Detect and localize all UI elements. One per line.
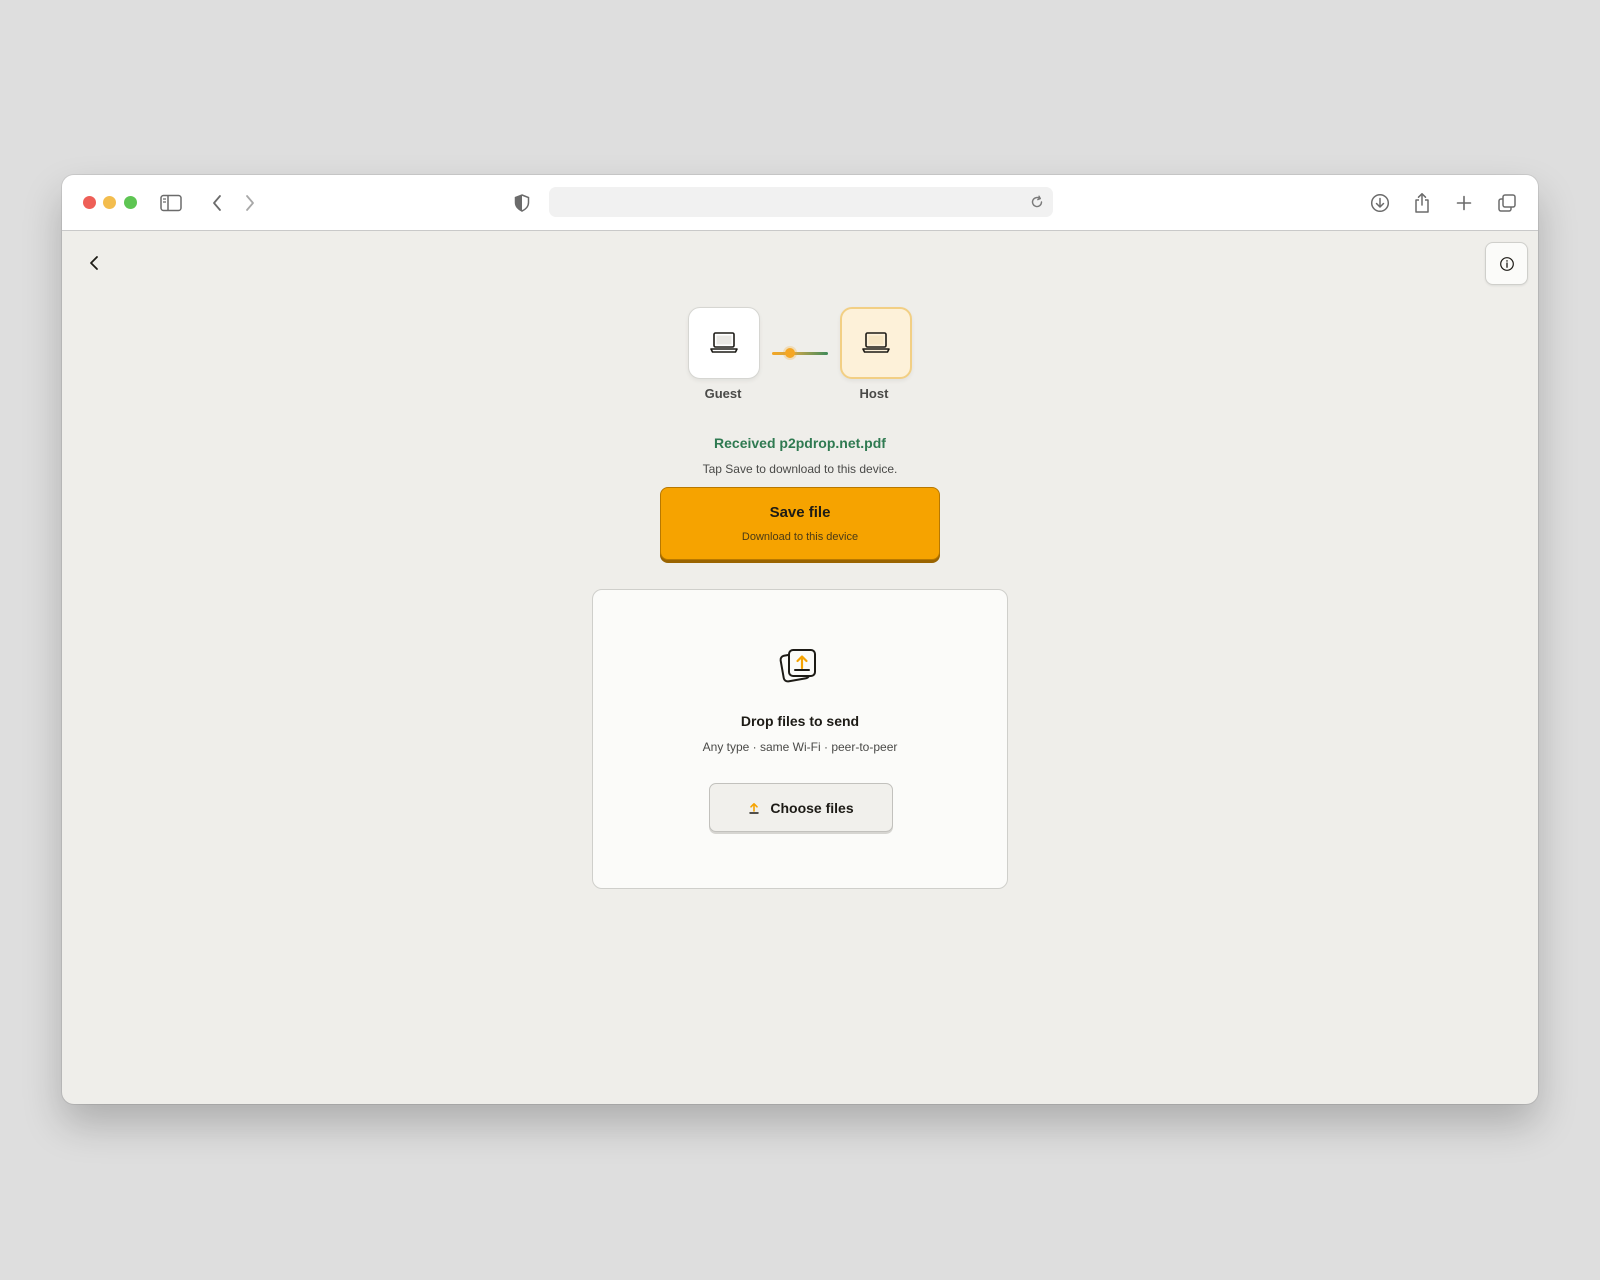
tabs-icon[interactable] <box>1493 189 1521 217</box>
laptop-icon <box>710 332 738 353</box>
guest-label: Guest <box>704 386 742 401</box>
drop-zone[interactable]: Drop files to send Any type · same Wi-Fi… <box>592 589 1008 889</box>
transfer-indicator <box>785 348 795 358</box>
zoom-window-button[interactable] <box>124 196 137 209</box>
choose-files-button[interactable]: Choose files <box>709 783 893 832</box>
forward-icon[interactable] <box>236 189 264 217</box>
browser-toolbar <box>62 175 1538 231</box>
close-window-button[interactable] <box>83 196 96 209</box>
guest-device <box>688 307 760 379</box>
upload-files-icon <box>777 644 821 688</box>
info-icon <box>1499 256 1514 271</box>
info-button[interactable] <box>1485 242 1528 285</box>
connection-line <box>772 352 828 355</box>
minimize-window-button[interactable] <box>103 196 116 209</box>
share-icon[interactable] <box>1408 189 1436 217</box>
chevron-left-icon[interactable] <box>80 249 108 277</box>
save-file-title: Save file <box>769 504 831 521</box>
page-content: Guest Host Received p2pdrop.net.pdf Tap … <box>62 231 1538 1104</box>
host-device <box>840 307 912 379</box>
save-hint: Tap Save to download to this device. <box>702 462 898 476</box>
plus-icon[interactable] <box>1450 189 1478 217</box>
download-icon[interactable] <box>1366 189 1394 217</box>
browser-window: Guest Host Received p2pdrop.net.pdf Tap … <box>62 175 1538 1104</box>
laptop-icon <box>862 332 890 353</box>
back-icon[interactable] <box>203 189 231 217</box>
address-bar[interactable] <box>549 187 1053 217</box>
drop-zone-subtitle: Any type · same Wi-Fi · peer-to-peer <box>702 740 898 754</box>
upload-arrow-icon <box>749 802 760 814</box>
host-label: Host <box>859 386 889 401</box>
sidebar-icon[interactable] <box>157 189 185 217</box>
drop-zone-title: Drop files to send <box>740 713 860 729</box>
save-file-subtitle: Download to this device <box>741 531 859 543</box>
received-status: Received p2pdrop.net.pdf <box>714 435 886 451</box>
choose-files-label: Choose files <box>770 799 854 816</box>
shield-icon[interactable] <box>508 189 536 217</box>
reload-icon[interactable] <box>1027 192 1047 212</box>
save-file-button[interactable]: Save file Download to this device <box>660 487 940 560</box>
